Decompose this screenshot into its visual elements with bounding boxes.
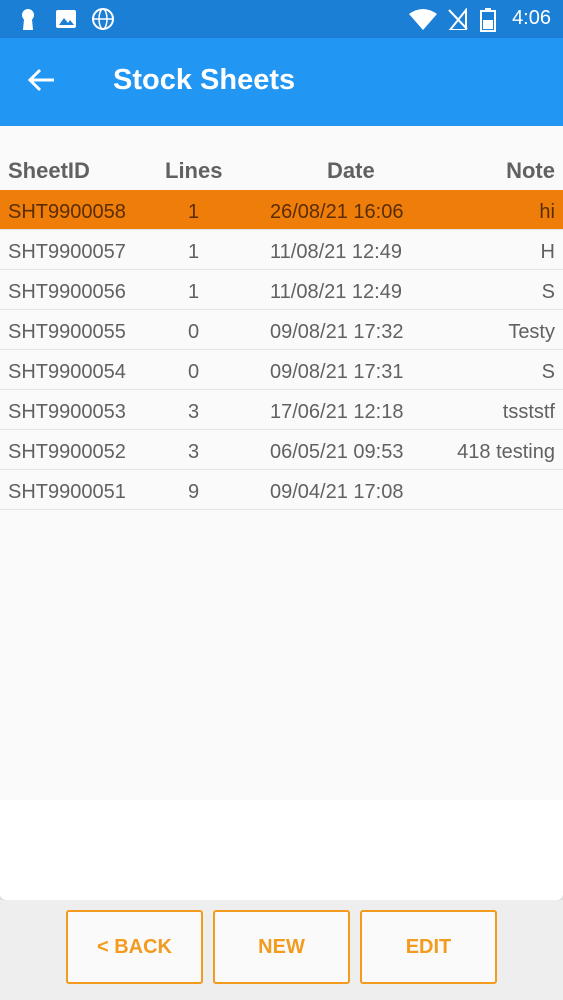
status-time: 4:06 <box>512 7 551 29</box>
cell-lines: 0 <box>188 361 200 383</box>
back-button[interactable]: < BACK <box>66 910 203 984</box>
cell-date: 11/08/21 12:49 <box>270 241 402 263</box>
wifi-icon <box>408 8 438 35</box>
cell-lines: 1 <box>188 281 200 303</box>
table-row[interactable]: SHT9900052 3 06/05/21 09:53 418 testing <box>0 430 563 470</box>
battery-icon <box>480 8 496 37</box>
app-bar: Stock Sheets <box>0 38 563 126</box>
edit-button[interactable]: EDIT <box>360 910 497 984</box>
table-header: SheetID Lines Date Note <box>0 158 563 190</box>
table-row[interactable]: SHT9900053 3 17/06/21 12:18 tsststf <box>0 390 563 430</box>
cell-sheet-id: SHT9900054 <box>8 361 126 383</box>
cell-lines: 1 <box>188 241 200 263</box>
table-row[interactable]: SHT9900055 0 09/08/21 17:32 Testy <box>0 310 563 350</box>
page-title: Stock Sheets <box>113 64 296 96</box>
cell-date: 09/08/21 17:31 <box>270 361 404 383</box>
globe-notification-icon <box>92 8 114 35</box>
keyhole-notification-icon <box>18 8 38 35</box>
cell-lines: 3 <box>188 441 200 463</box>
cell-note: S <box>541 281 555 303</box>
button-bar: < BACK NEW EDIT <box>0 900 563 1000</box>
table-row[interactable]: SHT9900054 0 09/08/21 17:31 S <box>0 350 563 390</box>
table-row[interactable]: SHT9900056 1 11/08/21 12:49 S <box>0 270 563 310</box>
cell-sheet-id: SHT9900058 <box>8 201 126 223</box>
cell-date: 11/08/21 12:49 <box>270 281 402 303</box>
cell-date: 06/05/21 09:53 <box>270 441 404 463</box>
cell-note: Testy <box>508 321 555 343</box>
cell-sheet-id: SHT9900055 <box>8 321 126 343</box>
cell-sheet-id: SHT9900056 <box>8 281 126 303</box>
table-row[interactable]: SHT9900058 1 26/08/21 16:06 hi <box>0 190 563 230</box>
header-note: Note <box>506 158 555 183</box>
cell-sheet-id: SHT9900052 <box>8 441 126 463</box>
header-date: Date <box>327 158 375 183</box>
cell-date: 09/04/21 17:08 <box>270 481 404 503</box>
no-signal-icon <box>447 7 468 35</box>
cell-date: 26/08/21 16:06 <box>270 201 404 223</box>
cell-note: hi <box>539 201 555 223</box>
cell-lines: 9 <box>188 481 200 503</box>
cell-sheet-id: SHT9900057 <box>8 241 126 263</box>
cell-date: 17/06/21 12:18 <box>270 401 404 423</box>
cell-note: tsststf <box>502 401 555 423</box>
cell-sheet-id: SHT9900053 <box>8 401 126 423</box>
cell-lines: 0 <box>188 321 200 343</box>
header-lines: Lines <box>165 158 223 183</box>
cell-date: 09/08/21 17:32 <box>270 321 404 343</box>
cell-note: S <box>541 361 555 383</box>
table-row[interactable]: SHT9900057 1 11/08/21 12:49 H <box>0 230 563 270</box>
cell-note: 418 testing <box>457 441 555 463</box>
status-bar: 4:06 <box>0 0 563 38</box>
cell-note: H <box>540 241 555 263</box>
detail-panel <box>0 800 563 900</box>
sheet-list: SHT9900058 1 26/08/21 16:06 hi SHT990005… <box>0 190 563 510</box>
image-notification-icon <box>55 8 77 35</box>
cell-lines: 3 <box>188 401 200 423</box>
header-sheet-id: SheetID <box>8 158 90 183</box>
arrow-left-icon[interactable] <box>24 60 64 100</box>
cell-lines: 1 <box>188 201 200 223</box>
table-row[interactable]: SHT9900051 9 09/04/21 17:08 <box>0 470 563 510</box>
new-button[interactable]: NEW <box>213 910 350 984</box>
cell-sheet-id: SHT9900051 <box>8 481 126 503</box>
